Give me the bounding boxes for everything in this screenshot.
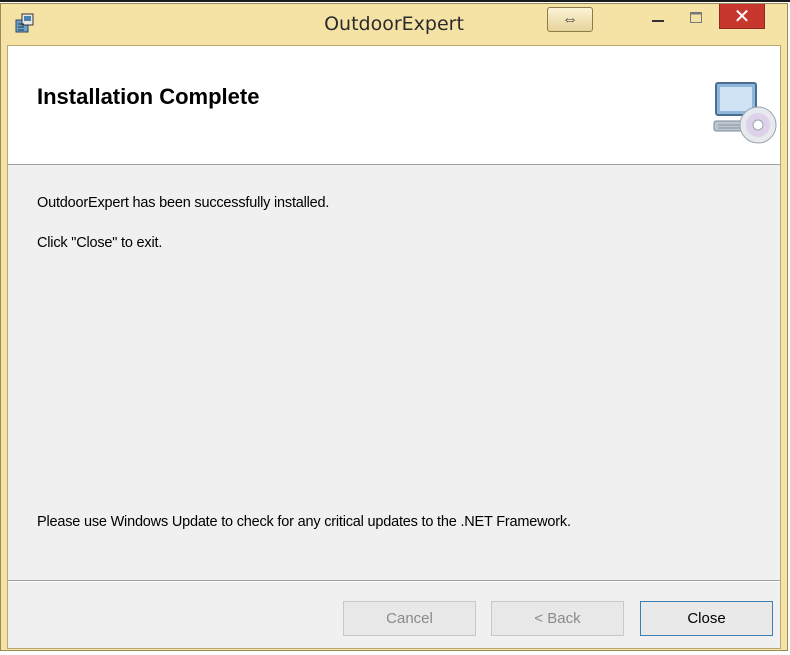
header-banner: Installation Complete xyxy=(8,46,780,165)
snap-button[interactable]: ⇔ xyxy=(547,7,593,32)
windows-update-note: Please use Windows Update to check for a… xyxy=(37,514,571,530)
minimize-icon xyxy=(652,19,664,22)
installer-app-icon xyxy=(15,13,34,33)
maximize-icon xyxy=(690,11,702,23)
minimize-button[interactable] xyxy=(643,4,673,29)
exit-instruction: Click "Close" to exit. xyxy=(37,235,163,251)
cancel-button[interactable]: Cancel xyxy=(343,601,476,636)
success-message: OutdoorExpert has been successfully inst… xyxy=(37,195,330,211)
close-window-button[interactable]: ✕ xyxy=(719,4,765,29)
window-title: OutdoorExpert xyxy=(324,13,464,35)
page-title: Installation Complete xyxy=(37,84,260,109)
installer-window: OutdoorExpert ⇔ ✕ Installation Complete xyxy=(0,3,788,651)
snap-arrows-icon: ⇔ xyxy=(562,10,578,28)
footer-divider xyxy=(8,580,780,582)
computer-cd-icon xyxy=(713,82,777,144)
top-border-line xyxy=(0,0,790,2)
maximize-button[interactable] xyxy=(681,4,711,29)
back-button[interactable]: < Back xyxy=(491,601,624,636)
title-bar[interactable]: OutdoorExpert ⇔ ✕ xyxy=(1,4,787,45)
close-icon: ✕ xyxy=(733,5,751,28)
close-button[interactable]: Close xyxy=(640,601,773,636)
dialog-client-area: Installation Complete OutdoorExpert has … xyxy=(7,45,781,649)
